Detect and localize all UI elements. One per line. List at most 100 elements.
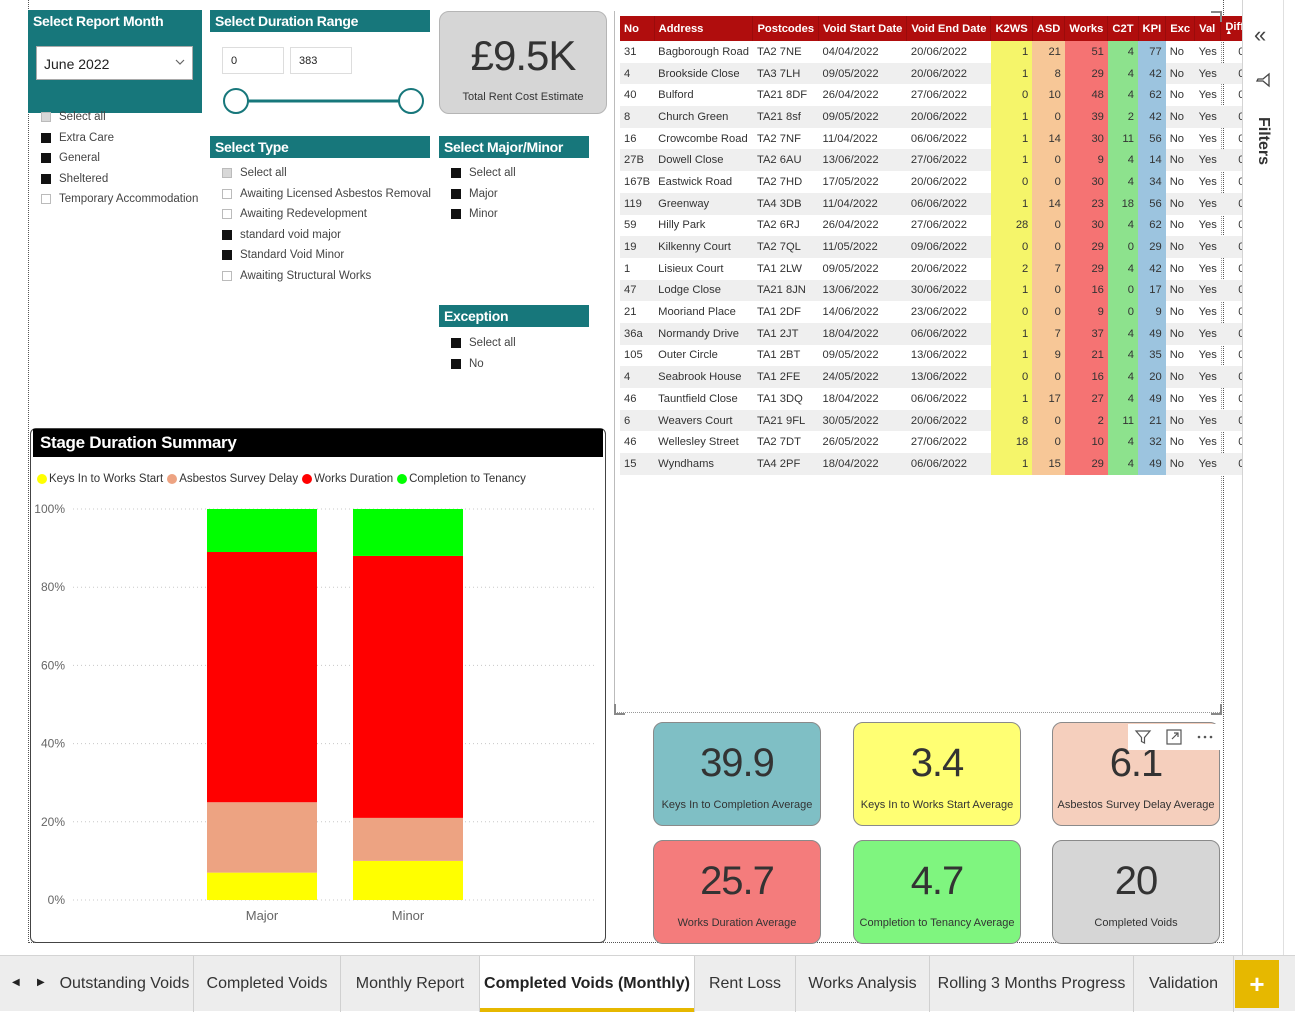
- category-item-temporary-accommodation[interactable]: Temporary Accommodation: [41, 193, 198, 205]
- table-row[interactable]: 8 Church Green TA21 8sf 09/05/2022 20/06/202…: [620, 106, 1249, 128]
- checkbox[interactable]: [222, 188, 232, 199]
- bar-segment-keys-in-to-works-start-minor[interactable]: [353, 860, 463, 900]
- column-header-k2ws[interactable]: K2WS: [990, 16, 1033, 41]
- bar-segment-asbestos-survey-delay-major[interactable]: [207, 802, 317, 873]
- tab-works-analysis[interactable]: Works Analysis: [796, 956, 930, 1012]
- table-row[interactable]: 19 Kilkenny Court TA2 7QL 11/05/2022 09/06/2…: [620, 236, 1249, 258]
- table-row[interactable]: 6 Weavers Court TA21 9FL 30/05/2022 20/06/20…: [620, 409, 1249, 432]
- type-item-awaiting-licensed-asbestos-removal[interactable]: Awaiting Licensed Asbestos Removal: [222, 188, 431, 200]
- legend-item[interactable]: Completion to Tenancy: [397, 473, 526, 485]
- add-page-button[interactable]: +: [1235, 960, 1279, 1008]
- checkbox[interactable]: [41, 153, 51, 163]
- major-minor-item-major[interactable]: Major: [451, 188, 498, 200]
- tab-nav-next[interactable]: ▶: [37, 977, 45, 988]
- checkbox[interactable]: [222, 270, 232, 281]
- column-header-kpi[interactable]: KPI: [1138, 16, 1167, 41]
- tab-validation[interactable]: Validation: [1134, 956, 1234, 1012]
- checkbox[interactable]: [451, 209, 461, 219]
- checkbox[interactable]: [451, 358, 461, 369]
- column-header-address[interactable]: Address: [654, 16, 754, 41]
- tab-rent-loss[interactable]: Rent Loss: [695, 956, 796, 1012]
- more-options-icon[interactable]: [1196, 728, 1214, 746]
- category-item-extra-care[interactable]: Extra Care: [41, 132, 114, 144]
- column-header-postcodes[interactable]: Postcodes: [752, 16, 820, 41]
- filters-label[interactable]: Filters: [1254, 117, 1272, 165]
- tab-monthly-report[interactable]: Monthly Report: [341, 956, 480, 1012]
- bar-segment-keys-in-to-works-start-major[interactable]: [207, 872, 317, 900]
- checkbox[interactable]: [222, 250, 232, 260]
- category-item-general[interactable]: General: [41, 152, 100, 164]
- table-row[interactable]: 4 Seabrook House TA1 2FE 24/05/2022 13/06/20…: [620, 366, 1249, 388]
- table-row[interactable]: 31 Bagborough Road TA2 7NE 04/04/2022 20/06/…: [620, 41, 1248, 63]
- table-row[interactable]: 16 Crowcombe Road TA2 7NF 11/04/2022 06/06/2…: [620, 127, 1248, 150]
- table-row[interactable]: 36a Normandy Drive TA1 2JT 18/04/2022 06/06/…: [620, 322, 1249, 345]
- column-header-c2t[interactable]: C2T: [1107, 16, 1139, 41]
- exception-item-no[interactable]: No: [451, 358, 484, 370]
- table-row[interactable]: 40 Bulford TA21 8DF 26/04/2022 27/06/2022 0 10…: [620, 84, 1248, 107]
- column-header-exc[interactable]: Exc: [1165, 16, 1196, 41]
- duration-min-input[interactable]: 0: [222, 47, 284, 74]
- type-item-standard-void-minor[interactable]: Standard Void Minor: [222, 249, 344, 261]
- major-minor-item-select-all[interactable]: Select all: [451, 167, 516, 179]
- column-header-void-end-date[interactable]: Void End Date: [906, 16, 992, 41]
- tab-nav-prev[interactable]: ◀: [12, 977, 20, 988]
- table-row[interactable]: 167B Eastwick Road TA2 7HD 17/05/2022 20/06/…: [620, 171, 1248, 193]
- table-row[interactable]: 27B Dowell Close TA2 6AU 13/06/2022 27/06/20…: [620, 149, 1249, 172]
- column-header-works[interactable]: Works: [1064, 16, 1109, 41]
- major-minor-item-minor[interactable]: Minor: [451, 208, 498, 220]
- tab-completed-voids[interactable]: Completed Voids: [194, 956, 341, 1012]
- table-row[interactable]: 1 Lisieux Court TA1 2LW 09/05/2022 20/06/202…: [620, 257, 1248, 280]
- table-row[interactable]: 119 Greenway TA4 3DB 11/04/2022 06/06/2022 1 1…: [620, 192, 1249, 215]
- type-item-awaiting-structural-works[interactable]: Awaiting Structural Works: [222, 270, 371, 282]
- resize-handle-icon[interactable]: [1210, 11, 1222, 23]
- table-row[interactable]: 47 Lodge Close TA21 8JN 13/06/2022 30/06/202…: [620, 279, 1249, 302]
- duration-range-slider[interactable]: [222, 84, 426, 118]
- bar-segment-works-duration-major[interactable]: [207, 552, 317, 803]
- filters-pane[interactable]: « Filters: [1242, 0, 1282, 955]
- checkbox[interactable]: [41, 112, 51, 122]
- duration-max-handle[interactable]: [398, 88, 424, 114]
- legend-item[interactable]: Works Duration: [302, 473, 393, 485]
- table-row[interactable]: 46 Tauntfield Close TA1 3DQ 18/04/2022 06/06…: [620, 388, 1248, 410]
- legend-item[interactable]: Asbestos Survey Delay: [167, 473, 298, 485]
- type-item-select-all[interactable]: Select all: [222, 167, 287, 179]
- bar-segment-asbestos-survey-delay-minor[interactable]: [353, 817, 463, 861]
- checkbox[interactable]: [41, 173, 51, 184]
- tab-rolling-3-months-progress[interactable]: Rolling 3 Months Progress: [930, 956, 1134, 1012]
- type-item-standard-void-major[interactable]: standard void major: [222, 229, 341, 241]
- checkbox[interactable]: [451, 168, 461, 178]
- table-row[interactable]: 15 Wyndhams TA4 2PF 18/04/2022 06/06/2022 1 15…: [620, 453, 1249, 475]
- table-row[interactable]: 4 Brookside Close TA3 7LH 09/05/2022 20/06/2…: [620, 62, 1249, 85]
- exception-item-select-all[interactable]: Select all: [451, 337, 516, 349]
- checkbox[interactable]: [222, 209, 232, 219]
- checkbox[interactable]: [222, 168, 232, 178]
- resize-handle-icon[interactable]: [1210, 703, 1222, 715]
- month-dropdown[interactable]: June 2022: [36, 46, 193, 80]
- category-item-select-all[interactable]: Select all: [41, 111, 106, 123]
- column-header-no[interactable]: No: [620, 16, 655, 41]
- tab-completed-voids-monthly[interactable]: Completed Voids (Monthly): [480, 956, 695, 1012]
- checkbox[interactable]: [222, 229, 232, 240]
- collapse-icon[interactable]: «: [1254, 22, 1266, 48]
- checkbox[interactable]: [451, 338, 461, 348]
- column-header-void-start-date[interactable]: Void Start Date: [818, 16, 908, 41]
- duration-min-handle[interactable]: [223, 88, 249, 114]
- category-item-sheltered[interactable]: Sheltered: [41, 173, 108, 185]
- table-row[interactable]: 46 Wellesley Street TA2 7DT 26/05/2022 27/06…: [620, 431, 1248, 454]
- table-row[interactable]: 59 Hilly Park TA2 6RJ 26/04/2022 27/06/2022 2…: [620, 214, 1248, 237]
- resize-handle-icon[interactable]: [614, 703, 626, 715]
- table-row[interactable]: 105 Outer Circle TA1 2BT 09/05/2022 13/06/20…: [620, 344, 1248, 367]
- legend-item[interactable]: Keys In to Works Start: [37, 473, 163, 485]
- bar-segment-works-duration-minor[interactable]: [353, 555, 463, 818]
- filter-icon[interactable]: [1134, 728, 1152, 746]
- bar-segment-completion-to-tenancy-minor[interactable]: [353, 509, 463, 556]
- type-item-awaiting-redevelopment[interactable]: Awaiting Redevelopment: [222, 208, 367, 220]
- checkbox[interactable]: [41, 132, 51, 143]
- checkbox[interactable]: [41, 194, 51, 204]
- table-row[interactable]: 21 Mooriand Place TA1 2DF 14/06/2022 23/06/2…: [620, 301, 1248, 323]
- tab-outstanding-voids[interactable]: Outstanding Voids: [56, 956, 194, 1012]
- checkbox[interactable]: [451, 188, 461, 199]
- column-header-asd[interactable]: ASD: [1032, 16, 1066, 41]
- focus-mode-icon[interactable]: [1165, 728, 1183, 746]
- duration-max-input[interactable]: 383: [290, 47, 352, 74]
